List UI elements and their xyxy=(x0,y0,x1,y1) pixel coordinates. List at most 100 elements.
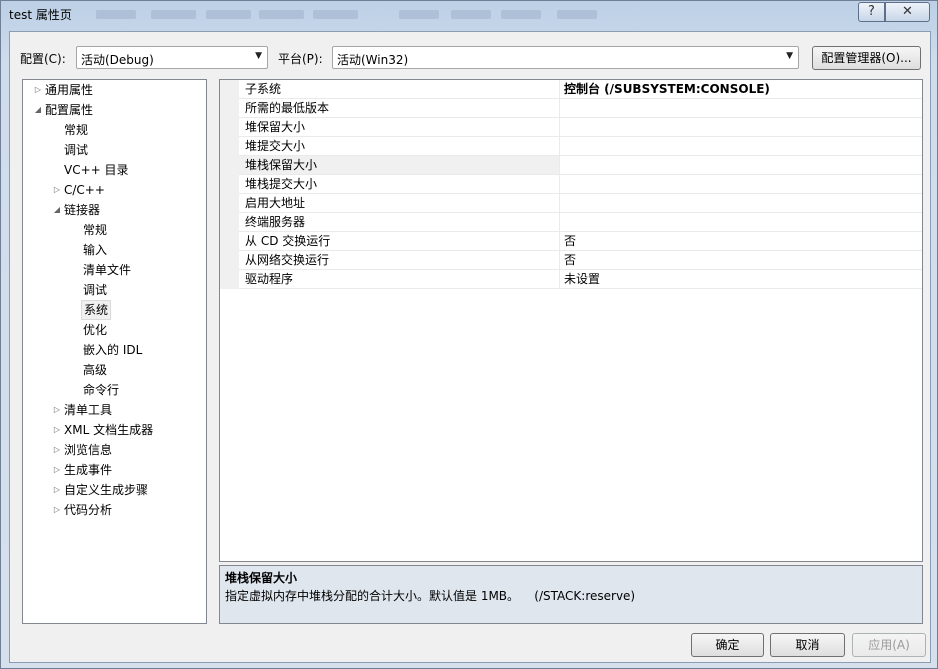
tree-item[interactable]: 输入 xyxy=(23,240,206,260)
property-row[interactable]: 堆栈保留大小 xyxy=(220,156,922,175)
dialog-client-area: 配置(C): 活动(Debug) ▼ 平台(P): 活动(Win32) ▼ 配置… xyxy=(9,31,931,663)
property-row[interactable]: 堆保留大小 xyxy=(220,118,922,137)
property-value[interactable] xyxy=(559,137,922,155)
property-value[interactable]: 控制台 (/SUBSYSTEM:CONSOLE) xyxy=(559,80,922,98)
property-name: 启用大地址 xyxy=(245,196,306,210)
row-gutter xyxy=(220,99,239,118)
help-button[interactable]: ? xyxy=(858,2,885,22)
collapsed-arrow-icon[interactable]: ▷ xyxy=(52,180,62,200)
property-name: 所需的最低版本 xyxy=(245,101,330,115)
tree-item[interactable]: 高级 xyxy=(23,360,206,380)
tree-item-label: 配置属性 xyxy=(45,103,94,117)
property-name: 堆栈提交大小 xyxy=(245,177,318,191)
tree-item-label: 常规 xyxy=(83,223,108,237)
tree-item[interactable]: ▷ XML 文档生成器 xyxy=(23,420,206,440)
tree-item-label: 调试 xyxy=(64,143,89,157)
tree-item-label: 生成事件 xyxy=(64,463,113,477)
property-value[interactable] xyxy=(559,213,922,231)
tree-item-label: 通用属性 xyxy=(45,83,94,97)
tree-item-label: 代码分析 xyxy=(64,503,113,517)
tree-item-label: 常规 xyxy=(64,123,89,137)
blurred-background-text xyxy=(259,10,304,19)
row-gutter xyxy=(220,80,239,99)
tree-item-label: 嵌入的 IDL xyxy=(83,343,143,357)
property-row[interactable]: 所需的最低版本 xyxy=(220,99,922,118)
tree-item[interactable]: 常规 xyxy=(23,220,206,240)
expanded-arrow-icon[interactable]: ◢ xyxy=(52,200,62,220)
blurred-background-text xyxy=(557,10,597,19)
row-gutter xyxy=(220,118,239,137)
collapsed-arrow-icon[interactable]: ▷ xyxy=(52,440,62,460)
tree-item-label: XML 文档生成器 xyxy=(64,423,154,437)
property-row[interactable]: 从网络交换运行 否 xyxy=(220,251,922,270)
platform-combo[interactable]: 活动(Win32) ▼ xyxy=(332,46,799,69)
collapsed-arrow-icon[interactable]: ▷ xyxy=(52,500,62,520)
config-combo[interactable]: 活动(Debug) ▼ xyxy=(76,46,268,69)
description-panel: 堆栈保留大小 指定虚拟内存中堆栈分配的合计大小。默认值是 1MB。 (/STAC… xyxy=(219,565,923,624)
property-value[interactable] xyxy=(559,118,922,136)
title-bar: test 属性页 ? ✕ xyxy=(1,1,937,27)
tree-item[interactable]: 嵌入的 IDL xyxy=(23,340,206,360)
tree-item-label: 调试 xyxy=(83,283,108,297)
property-value[interactable]: 否 xyxy=(559,232,922,250)
chevron-down-icon: ▼ xyxy=(255,51,262,61)
tree-item[interactable]: ◢ 链接器 xyxy=(23,200,206,220)
blurred-background-text xyxy=(206,10,251,19)
expanded-arrow-icon[interactable]: ◢ xyxy=(33,100,43,120)
apply-button[interactable]: 应用(A) xyxy=(852,633,926,657)
configuration-manager-button[interactable]: 配置管理器(O)... xyxy=(812,46,921,70)
property-value[interactable] xyxy=(559,194,922,212)
property-value[interactable] xyxy=(559,99,922,117)
category-tree[interactable]: ▷ 通用属性 ◢ 配置属性 常规 调试 VC++ 目录 ▷ C/C++ ◢ 链接器 常规 输入 清单文件调… xyxy=(22,79,207,624)
property-name: 堆提交大小 xyxy=(245,139,306,153)
tree-item-label: 高级 xyxy=(83,363,108,377)
ok-button[interactable]: 确定 xyxy=(691,633,764,657)
tree-item[interactable]: 调试 xyxy=(23,280,206,300)
close-button[interactable]: ✕ xyxy=(885,2,930,22)
property-row[interactable]: 终端服务器 xyxy=(220,213,922,232)
property-value[interactable]: 未设置 xyxy=(559,270,922,288)
tree-item[interactable]: ▷ 代码分析 xyxy=(23,500,206,520)
tree-item-label: 清单文件 xyxy=(83,263,132,277)
tree-item[interactable]: 系统 xyxy=(23,300,206,320)
tree-item[interactable]: 常规 xyxy=(23,120,206,140)
tree-item[interactable]: VC++ 目录 xyxy=(23,160,206,180)
property-grid[interactable]: 子系统 控制台 (/SUBSYSTEM:CONSOLE) 所需的最低版本 堆保留大小堆… xyxy=(219,79,923,562)
tree-item[interactable]: 调试 xyxy=(23,140,206,160)
property-name: 堆保留大小 xyxy=(245,120,306,134)
tree-item[interactable]: ▷ 浏览信息 xyxy=(23,440,206,460)
property-name: 从网络交换运行 xyxy=(245,253,330,267)
collapsed-arrow-icon[interactable]: ▷ xyxy=(52,420,62,440)
tree-item-label: 浏览信息 xyxy=(64,443,113,457)
tree-item[interactable]: ▷ 生成事件 xyxy=(23,460,206,480)
cancel-button[interactable]: 取消 xyxy=(770,633,845,657)
collapsed-arrow-icon[interactable]: ▷ xyxy=(52,400,62,420)
row-gutter xyxy=(220,213,239,232)
property-pages-window: test 属性页 ? ✕ 配置(C): 活动(Debug) ▼ 平台(P): 活… xyxy=(0,0,938,669)
tree-item[interactable]: 命令行 xyxy=(23,380,206,400)
property-value[interactable]: 否 xyxy=(559,251,922,269)
tree-item-label: 优化 xyxy=(83,323,108,337)
tree-item[interactable]: ▷ 通用属性 xyxy=(23,80,206,100)
property-value[interactable] xyxy=(559,175,922,193)
property-row[interactable]: 驱动程序 未设置 xyxy=(220,270,922,289)
collapsed-arrow-icon[interactable]: ▷ xyxy=(52,480,62,500)
blurred-background-text xyxy=(501,10,541,19)
property-row[interactable]: 堆栈提交大小 xyxy=(220,175,922,194)
tree-item[interactable]: 优化 xyxy=(23,320,206,340)
tree-item[interactable]: 清单文件 xyxy=(23,260,206,280)
collapsed-arrow-icon[interactable]: ▷ xyxy=(33,80,43,100)
property-row[interactable]: 启用大地址 xyxy=(220,194,922,213)
tree-item[interactable]: ▷ 自定义生成步骤 xyxy=(23,480,206,500)
tree-item[interactable]: ▷ C/C++ xyxy=(23,180,206,200)
property-value[interactable] xyxy=(559,156,922,174)
tree-item-label: 输入 xyxy=(83,243,108,257)
property-row[interactable]: 从 CD 交换运行 否 xyxy=(220,232,922,251)
collapsed-arrow-icon[interactable]: ▷ xyxy=(52,460,62,480)
property-row[interactable]: 子系统 控制台 (/SUBSYSTEM:CONSOLE) xyxy=(220,80,922,99)
property-row[interactable]: 堆提交大小 xyxy=(220,137,922,156)
tree-item[interactable]: ◢ 配置属性 xyxy=(23,100,206,120)
tree-item[interactable]: ▷ 清单工具 xyxy=(23,400,206,420)
tree-item-label: C/C++ xyxy=(64,183,105,197)
blurred-background-text xyxy=(451,10,491,19)
